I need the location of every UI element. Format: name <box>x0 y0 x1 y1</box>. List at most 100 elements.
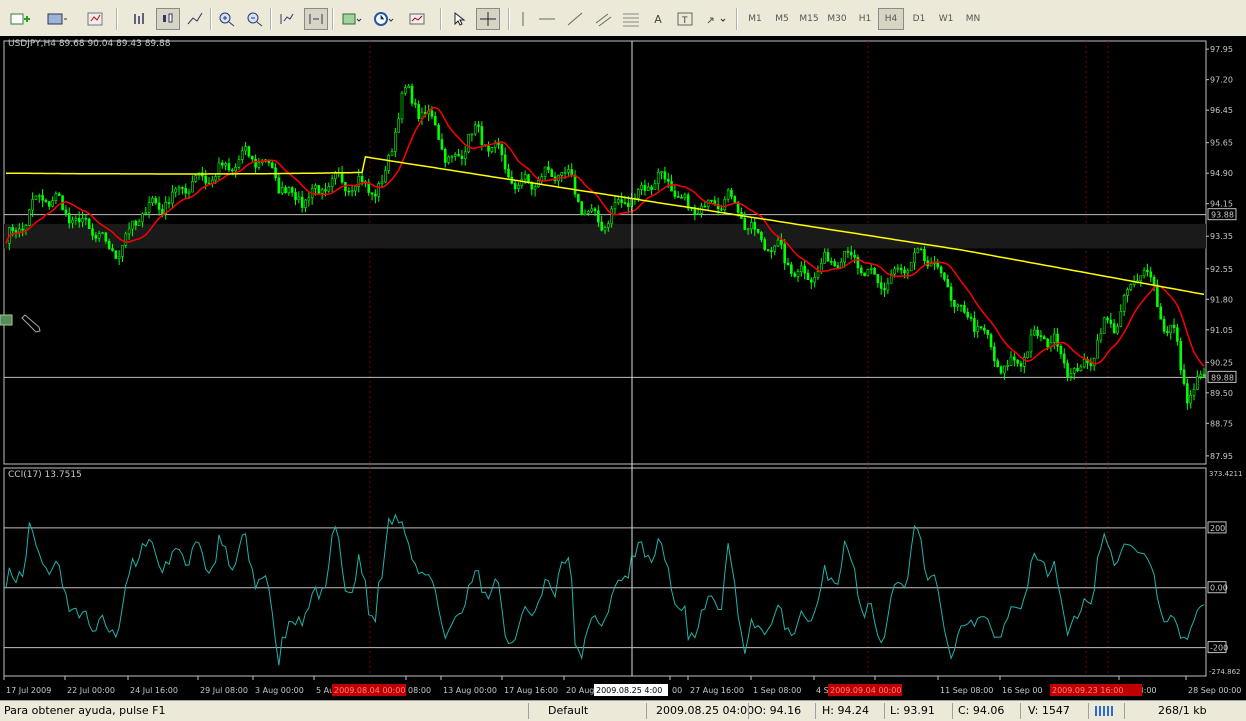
candle-body <box>297 196 301 200</box>
zoom-out-icon[interactable] <box>244 8 266 30</box>
candle-body <box>114 250 118 259</box>
profiles-icon[interactable] <box>42 8 72 30</box>
price-axis-label: 94.15 <box>1210 200 1233 209</box>
candle-body <box>1089 362 1093 367</box>
timeframe-w1[interactable]: W1 <box>933 8 959 30</box>
candle-body <box>257 162 261 168</box>
chart-shift-icon[interactable] <box>276 8 298 30</box>
candle-body <box>404 87 407 94</box>
candle-body <box>966 311 970 318</box>
candle-body <box>863 272 866 277</box>
candle-body <box>304 199 307 208</box>
timeframe-h4[interactable]: H4 <box>878 8 904 30</box>
toolbar-separator <box>210 8 212 30</box>
candle-body <box>939 266 943 274</box>
crosshair-icon[interactable] <box>476 8 500 30</box>
candle-body <box>370 192 374 195</box>
zoom-in-icon[interactable] <box>216 8 238 30</box>
time-axis-label: 27 Aug 16:00 <box>690 686 744 695</box>
candle-body <box>1072 368 1076 374</box>
trendline-icon[interactable] <box>564 8 586 30</box>
candle-body <box>943 272 946 280</box>
periods-icon[interactable] <box>370 8 398 30</box>
candle-body <box>1159 306 1163 320</box>
candle-body <box>620 199 623 203</box>
pencil-icon[interactable] <box>21 314 41 333</box>
candle-body <box>786 262 790 265</box>
text-tool-icon[interactable]: A <box>648 8 668 30</box>
indicators-icon[interactable] <box>338 8 366 30</box>
price-axis-label: 93.35 <box>1210 232 1233 241</box>
candle-body <box>151 197 154 203</box>
timeframe-d1[interactable]: D1 <box>906 8 932 30</box>
candle-body <box>240 150 244 160</box>
candle-body <box>384 170 387 183</box>
templates-icon[interactable] <box>404 8 434 30</box>
candle-body <box>723 198 727 211</box>
candle-body <box>613 202 617 210</box>
bar-low: L: 93.91 <box>890 704 935 717</box>
time-axis-label: 08:00 <box>408 686 431 695</box>
candle-body <box>836 265 840 269</box>
text-label-icon[interactable]: T <box>674 8 696 30</box>
candle-body <box>503 154 507 170</box>
time-axis-label: 16 Sep 00 <box>1002 686 1043 695</box>
candle-body <box>670 181 673 192</box>
candle-body <box>457 154 460 157</box>
time-axis-label: 17 Aug 16:00 <box>504 686 558 695</box>
channel-icon[interactable] <box>592 8 614 30</box>
candle-body <box>1152 276 1156 286</box>
time-axis-label: 28 Sep 00:00 <box>1188 686 1241 695</box>
price-chart[interactable]: 97.95 97.20 96.45 95.65 94.90 94.15 93.35 92.55… <box>0 36 1246 700</box>
candle-body <box>507 168 510 178</box>
candle-body <box>1006 365 1009 367</box>
horizontal-line-icon[interactable] <box>536 8 558 30</box>
candle-body <box>187 191 191 194</box>
fibonacci-icon[interactable] <box>620 8 642 30</box>
vertical-line-icon[interactable] <box>516 8 530 30</box>
candle-body <box>853 254 856 258</box>
line-chart-icon[interactable] <box>184 8 206 30</box>
timeframe-m5[interactable]: M5 <box>769 8 795 30</box>
status-bar: Para obtener ayuda, pulse F1 Default 200… <box>0 700 1246 721</box>
cursor-icon[interactable] <box>448 8 470 30</box>
candle-body <box>254 158 257 168</box>
candle-body <box>583 212 587 216</box>
chart-window[interactable]: 97.95 97.20 96.45 95.65 94.90 94.15 93.35 92.55… <box>0 36 1246 700</box>
candle-body <box>347 190 351 193</box>
profile-name[interactable]: Default <box>548 704 588 717</box>
arrows-icon[interactable] <box>702 8 730 30</box>
candle-body <box>567 169 570 173</box>
bar-chart-icon[interactable] <box>128 8 150 30</box>
candle-body <box>879 282 883 289</box>
candle-body <box>746 228 750 231</box>
candle-body <box>730 189 733 197</box>
candle-body <box>277 177 281 194</box>
new-chart-icon[interactable] <box>4 8 38 30</box>
candlestick-icon[interactable] <box>156 8 180 30</box>
time-highlight-label: 2009.09.04 00:00 <box>830 686 901 695</box>
candle-body <box>903 269 906 274</box>
bar-close: C: 94.06 <box>958 704 1005 717</box>
candle-body <box>340 172 344 183</box>
candle-body <box>414 102 417 105</box>
candle-body <box>663 171 667 180</box>
candle-body <box>986 330 989 335</box>
autoscroll-icon[interactable] <box>304 8 328 30</box>
candle-body <box>294 192 297 200</box>
time-axis-label: 5 Au <box>316 686 334 695</box>
candle-body <box>270 162 274 169</box>
timeframe-mn[interactable]: MN <box>960 8 986 30</box>
candle-body <box>194 175 197 182</box>
candle-body <box>407 85 410 89</box>
timeframe-m1[interactable]: M1 <box>742 8 768 30</box>
time-highlight-label: 2009.08.04 00:00 <box>334 686 405 695</box>
timeframe-m15[interactable]: M15 <box>796 8 822 30</box>
chart-title: USDJPY,H4 89.68 90.04 89.43 89.88 <box>8 39 171 49</box>
timeframe-h1[interactable]: H1 <box>852 8 878 30</box>
candle-body <box>680 197 683 199</box>
candle-body <box>1066 362 1069 377</box>
candle-body <box>131 220 134 230</box>
market-watch-icon[interactable] <box>84 8 106 30</box>
timeframe-m30[interactable]: M30 <box>824 8 850 30</box>
